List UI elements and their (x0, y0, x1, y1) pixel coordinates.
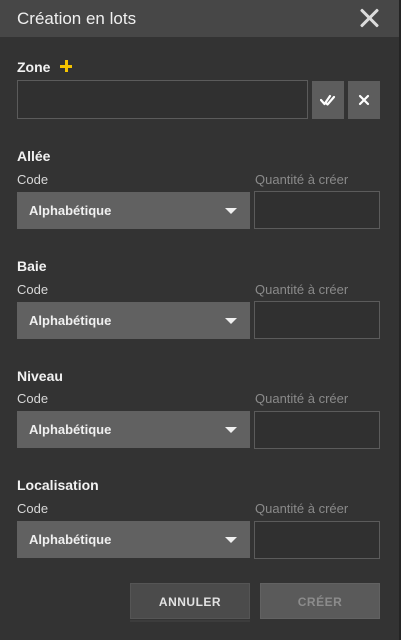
plus-icon[interactable] (59, 59, 73, 73)
code-type-select[interactable]: Alphabétique (17, 411, 250, 448)
caret-down-icon (225, 537, 237, 543)
quantity-input[interactable] (254, 301, 380, 339)
batch-creation-dialog: Création en lots Zone Allée Code Quantit… (0, 0, 399, 640)
double-check-icon (320, 94, 336, 106)
section-title: Niveau (17, 368, 63, 384)
x-icon (358, 94, 370, 106)
section-title: Baie (17, 258, 47, 274)
code-label: Code (17, 172, 49, 187)
quantity-label: Quantité à créer (255, 501, 349, 516)
select-value: Alphabétique (29, 313, 112, 328)
zone-label: Zone (17, 59, 51, 75)
section-title: Localisation (17, 477, 99, 493)
quantity-label: Quantité à créer (255, 172, 349, 187)
select-value: Alphabétique (29, 532, 112, 547)
divider (130, 620, 250, 622)
cancel-button[interactable]: ANNULER (130, 583, 250, 619)
quantity-label: Quantité à créer (255, 282, 349, 297)
caret-down-icon (225, 208, 237, 214)
caret-down-icon (225, 427, 237, 433)
code-label: Code (17, 282, 49, 297)
code-type-select[interactable]: Alphabétique (17, 192, 250, 229)
validate-zone-button[interactable] (312, 81, 344, 119)
dialog-title: Création en lots (17, 9, 137, 28)
code-label: Code (17, 391, 49, 406)
code-type-select[interactable]: Alphabétique (17, 521, 250, 558)
create-button[interactable]: CRÉER (260, 583, 380, 619)
section-title: Allée (17, 148, 51, 164)
caret-down-icon (225, 318, 237, 324)
zone-input[interactable] (17, 80, 308, 119)
quantity-input[interactable] (254, 191, 380, 229)
select-value: Alphabétique (29, 203, 112, 218)
quantity-input[interactable] (254, 521, 380, 559)
close-icon[interactable] (356, 5, 382, 31)
code-type-select[interactable]: Alphabétique (17, 302, 250, 339)
dialog-header: Création en lots (0, 0, 399, 37)
quantity-label: Quantité à créer (255, 391, 349, 406)
clear-zone-button[interactable] (348, 81, 380, 119)
quantity-input[interactable] (254, 411, 380, 449)
code-label: Code (17, 501, 49, 516)
select-value: Alphabétique (29, 422, 112, 437)
